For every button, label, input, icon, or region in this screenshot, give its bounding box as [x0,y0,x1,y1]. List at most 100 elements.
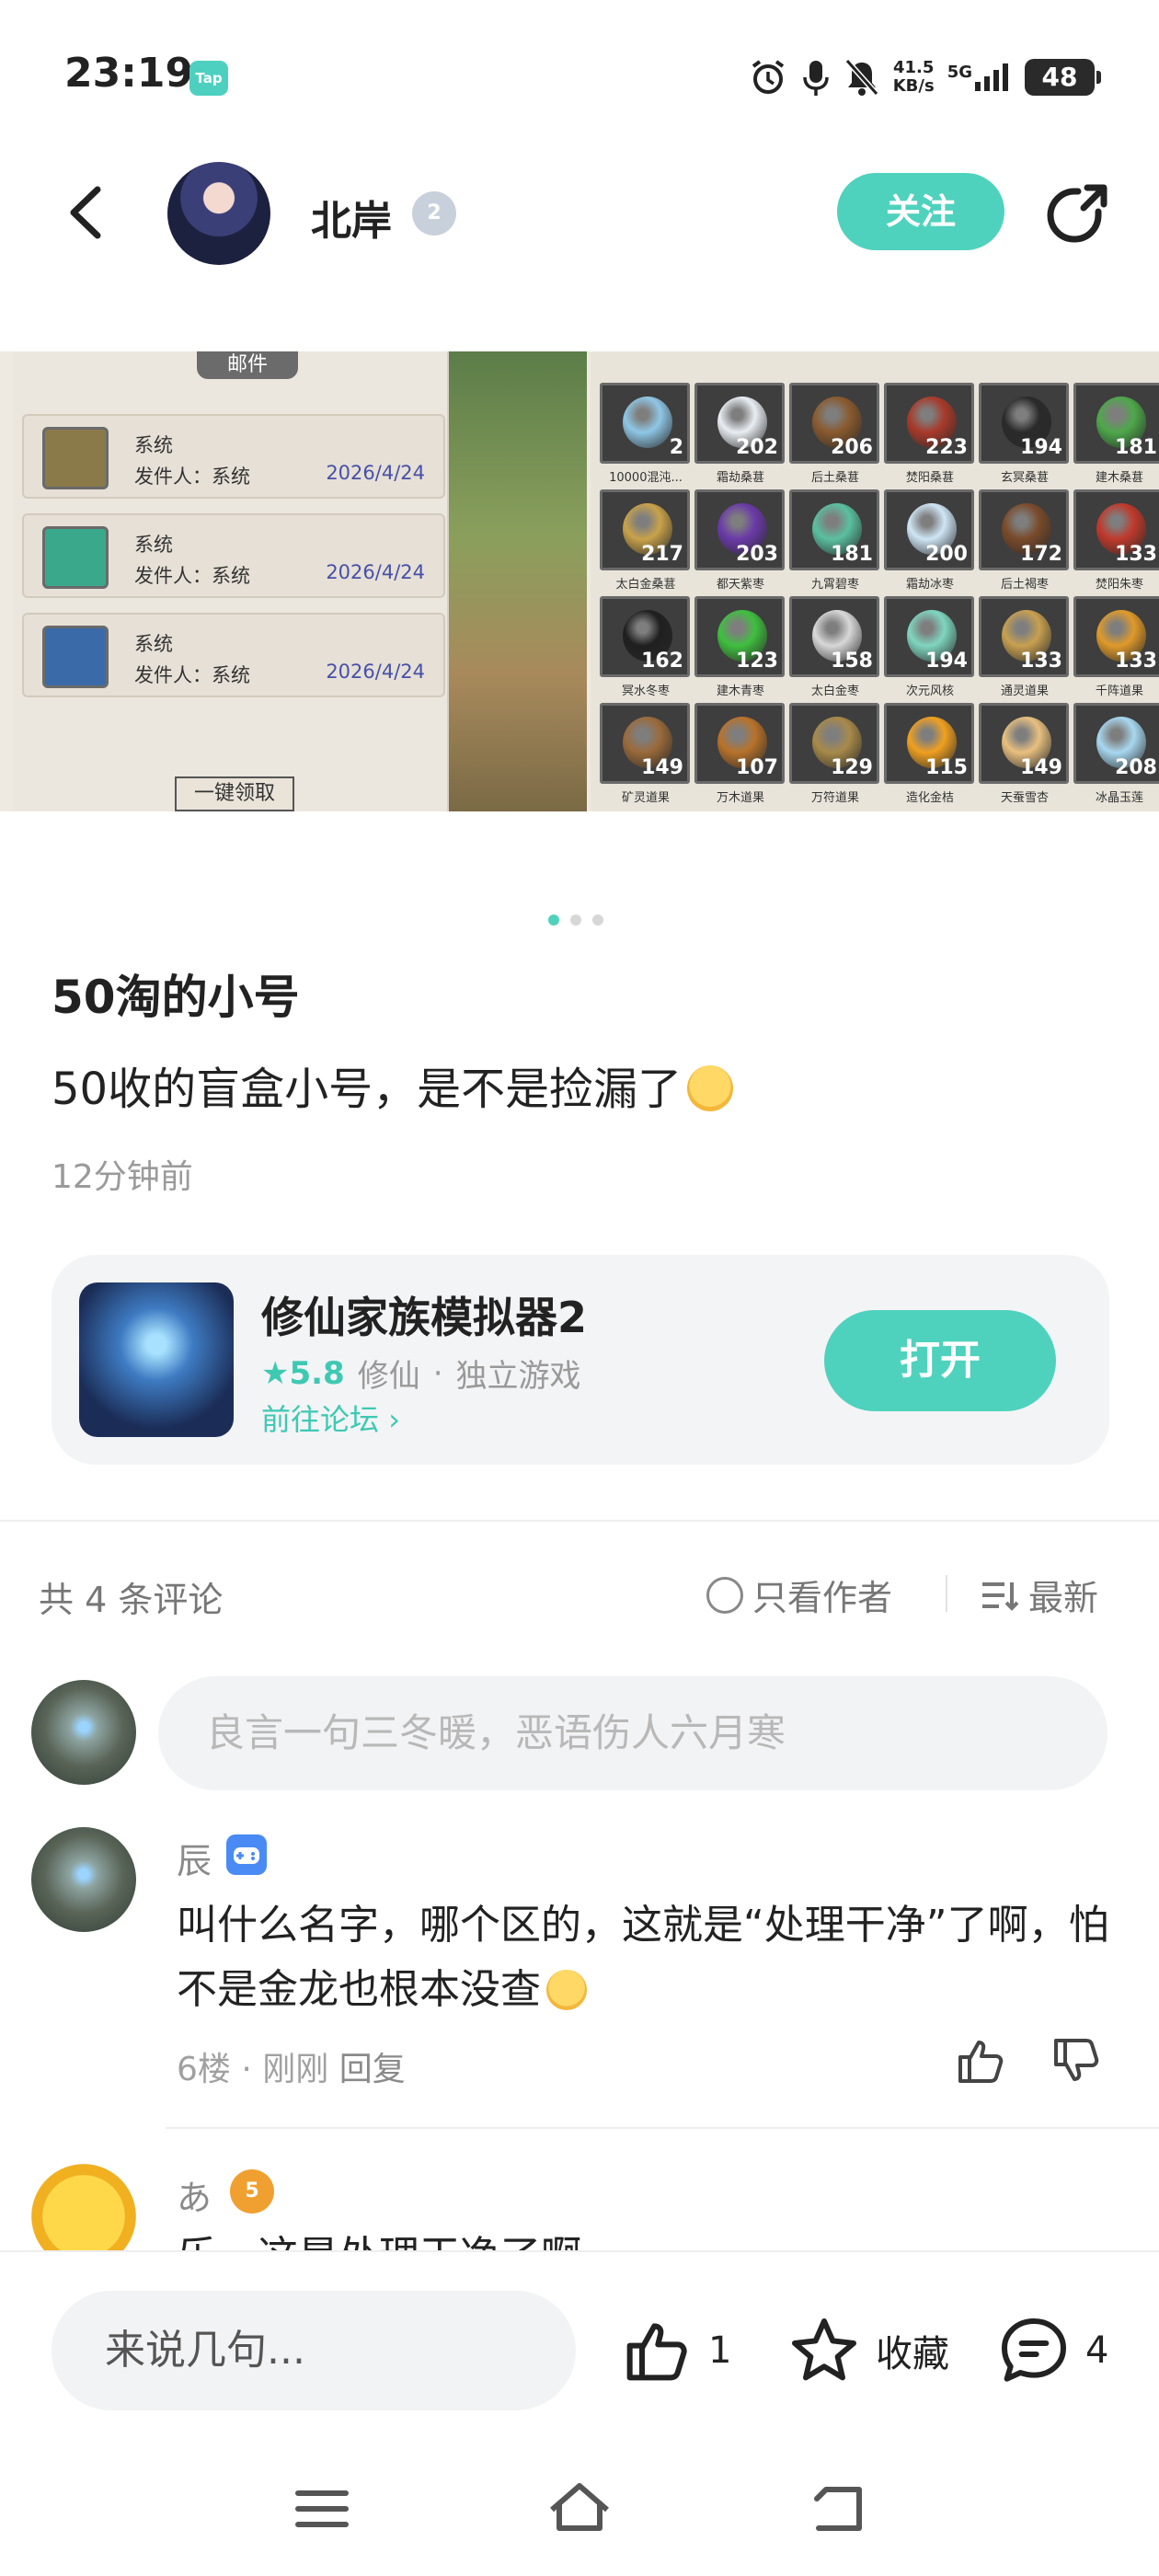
item-name: 太白金桑葚 [615,578,676,592]
inventory-item: 133 [1073,596,1159,677]
mail-item: 系统 发件人：系统 2026/4/24 [22,513,445,598]
post-image-carousel[interactable]: 邮件 系统 发件人：系统 2026/4/24 系统 发件人：系统 2026/4/… [0,351,1159,811]
inventory-grid: 2 10000混沌... 202 霜劫桑葚 206 后土桑葚 223 焚阳桑葚 194 玄冥桑葚 1… [591,351,1159,811]
item-name: 九霄碧枣 [810,578,859,592]
jade-icon [42,526,109,589]
item-count: 217 [641,543,683,566]
star-outline-icon[interactable] [787,2314,861,2387]
divider [166,2127,1159,2129]
signal-bars-icon [975,63,1008,91]
inventory-item: 194 [884,596,974,677]
radio-circle-icon[interactable] [706,1576,743,1614]
back-nav-icon[interactable] [800,2477,874,2541]
author-level-badge: 2 [412,191,456,236]
inventory-item: 200 [884,489,974,570]
follow-button[interactable]: 关注 [837,173,1004,250]
comment-bubble-icon[interactable] [997,2314,1071,2387]
item-count: 149 [641,756,683,779]
home-icon[interactable] [543,2477,616,2541]
inventory-item: 206 [789,383,879,464]
game-scene [449,351,587,811]
inventory-item: 123 [694,596,785,677]
inventory-item: 107 [694,703,785,784]
share-icon[interactable] [1041,180,1111,250]
game-name[interactable]: 修仙家族模拟器2 [261,1284,587,1345]
inventory-item: 208 [1073,703,1159,784]
carousel-dot [592,914,603,926]
item-icon [623,397,672,448]
inventory-item: 2 [600,383,690,464]
open-game-button[interactable]: 打开 [824,1310,1056,1411]
like-button[interactable]: 1 [620,2309,731,2392]
item-count: 200 [925,543,968,566]
drooling-emoji-icon [687,1065,734,1111]
inventory-item: 133 [979,596,1069,677]
thumbs-up-icon[interactable] [620,2314,694,2387]
comment-count: 共 4 条评论 [39,1580,224,1620]
item-count: 123 [736,650,778,673]
inventory-item: 158 [789,596,879,677]
item-count: 133 [1020,650,1062,673]
mail-panel-title: 邮件 [197,351,298,379]
level-badge-icon: 5 [230,2169,274,2214]
status-bar: 23:19 Tap 41.5 KB/s 5G 48 [0,0,1159,147]
inventory-item: 181 [1073,383,1159,464]
item-name: 10000混沌... [609,471,683,485]
item-count: 181 [831,543,873,566]
microphone-icon [802,61,829,96]
dislike-icon[interactable] [1049,2033,1104,2088]
item-count: 133 [1115,650,1157,673]
commenter-avatar[interactable] [31,1827,136,1932]
commenter-name[interactable]: あ [177,2169,212,2220]
item-count: 162 [641,650,683,673]
favorite-button[interactable]: 收藏 [787,2309,949,2392]
inventory-item: 203 [694,489,785,570]
only-author-toggle[interactable]: 只看作者 [706,1570,892,1620]
sort-toggle[interactable]: 最新 [981,1570,1098,1620]
item-name: 万木道果 [716,791,764,805]
inventory-item: 149 [979,703,1069,784]
signal-indicator: 5G [947,63,1012,91]
clock: 23:19 [64,50,194,97]
inventory-item: 149 [600,703,690,784]
game-tag: 修仙 [357,1358,420,1395]
orb-icon [42,626,109,688]
inventory-item: 129 [789,703,879,784]
laughing-emoji-icon [546,1970,587,2010]
carousel-dot-active [548,914,559,926]
menu-icon[interactable] [285,2477,359,2541]
like-icon[interactable] [953,2033,1008,2088]
game-meta: ★5.8 修仙 · 独立游戏 [261,1351,581,1396]
game-tag: 独立游戏 [455,1358,581,1395]
author-avatar[interactable] [167,162,270,265]
comment-button[interactable]: 4 [997,2309,1108,2392]
alarm-icon [752,60,784,94]
reply-input[interactable]: 来说几句... [52,2291,576,2410]
inventory-item: 181 [789,489,879,570]
inventory-item: 202 [694,383,785,464]
item-name: 后土桑葚 [810,471,859,485]
comment-input[interactable]: 良言一句三冬暖，恶语伤人六月寒 [158,1676,1107,1790]
item-count: 149 [1020,756,1062,779]
sort-icon [982,1581,1019,1611]
item-count: 158 [831,650,873,673]
game-card[interactable]: 修仙家族模拟器2 ★5.8 修仙 · 独立游戏 前往论坛 › 打开 [52,1255,1109,1465]
inventory-item: 194 [979,383,1069,464]
taptap-notification-icon: Tap [189,61,228,96]
mail-item: 系统 发件人：系统 2026/4/24 [22,613,445,697]
back-arrow-icon[interactable] [61,180,116,245]
reply-button[interactable]: 回复 [339,2051,406,2088]
gamer-badge-icon [226,1834,267,1875]
post-timestamp: 12分钟前 [52,1158,193,1196]
item-name: 矿灵道果 [621,791,670,805]
post-body: 50收的盲盒小号，是不是捡漏了 [52,1052,734,1117]
mute-bell-icon [844,59,878,96]
inventory-item: 217 [600,489,690,570]
author-name[interactable]: 北岸 [311,188,392,247]
go-to-forum-link[interactable]: 前往论坛 › [261,1397,400,1439]
game-icon[interactable] [79,1282,234,1437]
system-icons: 41.5 KB/s 5G 48 [748,52,1101,103]
commenter-name[interactable]: 辰 [177,1833,212,1883]
divider [0,1520,1159,1522]
item-count: 202 [736,436,778,459]
